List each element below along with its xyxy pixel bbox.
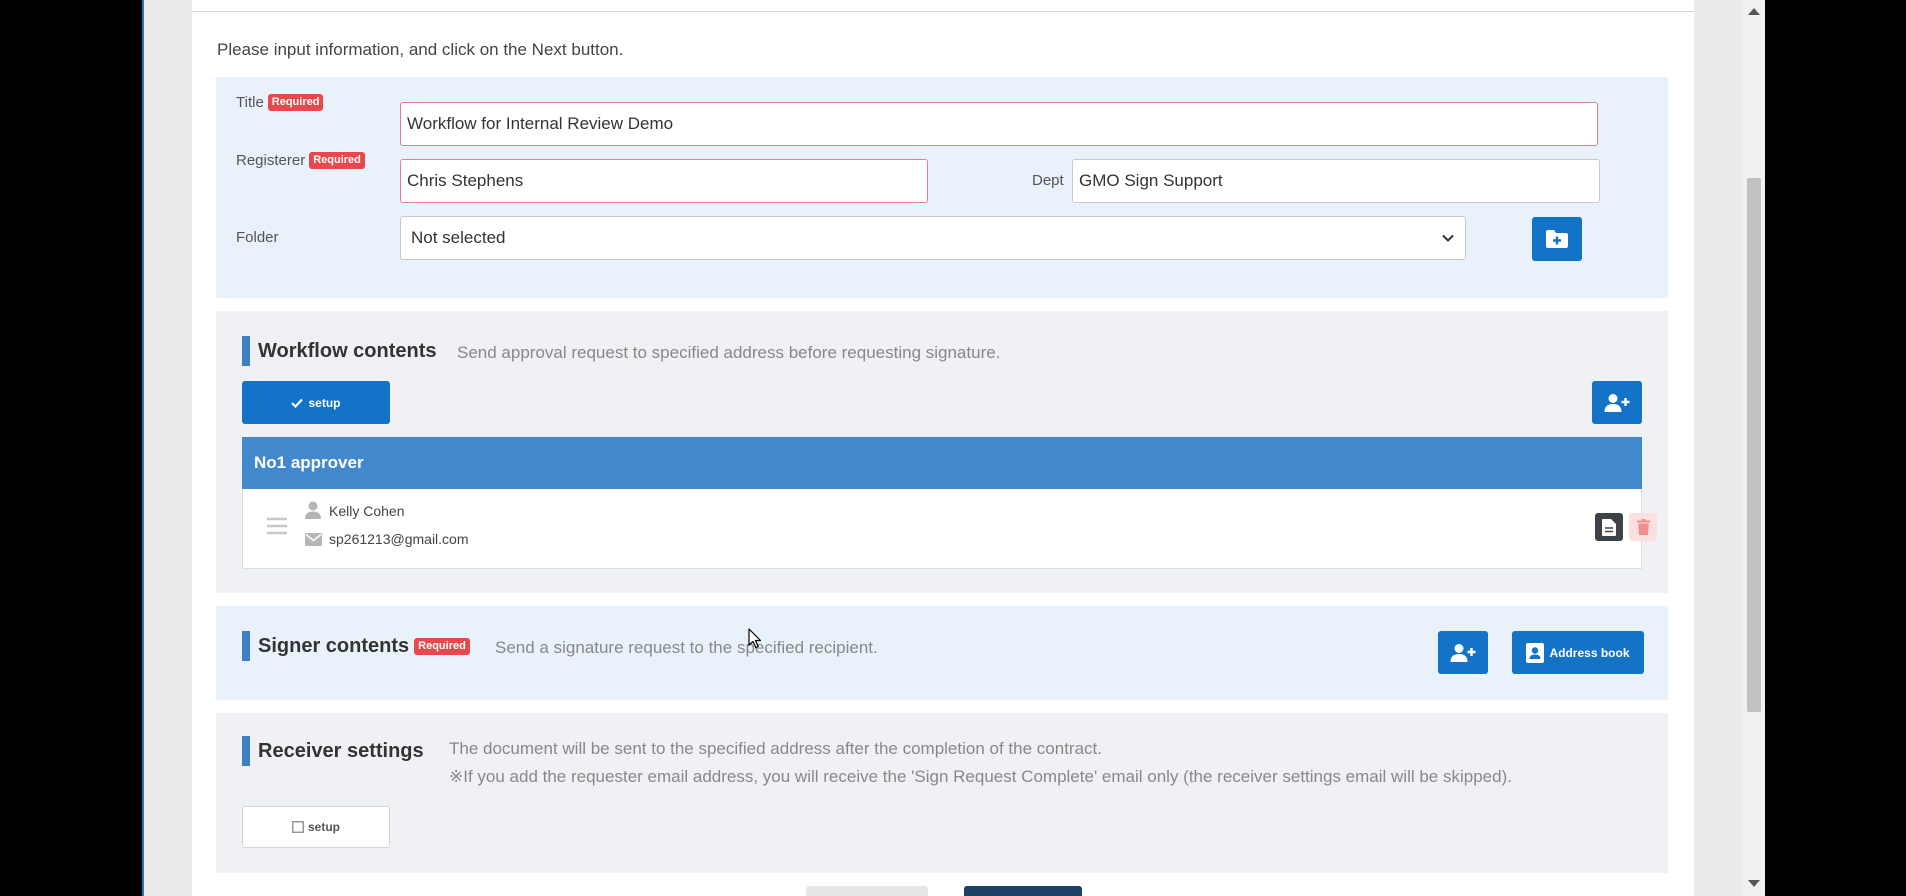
file-icon	[1602, 518, 1616, 536]
folder-select[interactable]: Not selected	[400, 216, 1466, 260]
checkbox-icon	[292, 821, 304, 833]
signer-panel: Signer contents Required Send a signatur…	[216, 606, 1668, 700]
browser-viewport: Please input information, and click on t…	[142, 0, 1765, 896]
delete-approver-button[interactable]	[1629, 513, 1657, 541]
workflow-panel: Workflow contents Send approval request …	[216, 311, 1668, 593]
section-accent-bar	[242, 336, 250, 366]
header-divider	[192, 11, 1694, 12]
signer-description: Send a signature request to the specifie…	[495, 638, 878, 657]
workflow-setup-button[interactable]: setup	[242, 381, 390, 424]
registerer-input[interactable]: Chris Stephens	[400, 159, 928, 203]
dept-input[interactable]: GMO Sign Support	[1072, 159, 1600, 203]
instruction-text: Please input information, and click on t…	[217, 40, 624, 59]
section-accent-bar	[242, 631, 250, 661]
required-badge: Required	[309, 152, 365, 169]
workflow-description: Send approval request to specified addre…	[457, 343, 1001, 362]
receiver-title-text: Receiver settings	[258, 739, 424, 762]
chevron-down-icon	[1442, 234, 1454, 242]
folder-plus-icon	[1546, 230, 1568, 248]
form-page: Please input information, and click on t…	[192, 0, 1694, 896]
user-plus-icon	[1604, 393, 1630, 412]
document-info-panel: Title Required Workflow for Internal Rev…	[216, 77, 1668, 298]
mouse-cursor-icon	[748, 628, 762, 649]
address-book-icon	[1526, 642, 1545, 663]
add-approver-button[interactable]	[1592, 381, 1642, 424]
receiver-setup-button[interactable]: setup	[242, 806, 390, 848]
signer-section-title: Signer contents Required	[242, 631, 470, 661]
user-icon	[305, 501, 321, 519]
workflow-setup-label: setup	[308, 395, 341, 410]
title-label: Title Required	[236, 94, 324, 111]
approver-header: No1 approver	[242, 437, 1642, 489]
receiver-setup-label: setup	[307, 820, 340, 834]
user-plus-icon	[1450, 643, 1476, 662]
registerer-label: Registerer Required	[236, 152, 365, 169]
next-button[interactable]	[964, 886, 1082, 896]
signer-title-text: Signer contents	[258, 634, 410, 657]
add-folder-button[interactable]	[1532, 217, 1582, 261]
receiver-panel: Receiver settings The document will be s…	[216, 713, 1668, 873]
scroll-up-arrow-icon[interactable]	[1748, 8, 1760, 15]
required-badge: Required	[414, 637, 470, 655]
approver-name: Kelly Cohen	[329, 503, 405, 519]
dept-label: Dept	[1032, 172, 1064, 189]
envelope-icon	[305, 533, 322, 546]
workflow-section-title: Workflow contents	[242, 336, 437, 366]
title-input[interactable]: Workflow for Internal Review Demo	[400, 102, 1598, 146]
required-badge: Required	[267, 94, 324, 111]
receiver-description-1: The document will be sent to the specifi…	[449, 739, 1102, 758]
approver-row: Kelly Cohen sp261213@gmail.com	[242, 489, 1657, 569]
document-button[interactable]	[1595, 513, 1623, 541]
drag-handle-icon[interactable]	[267, 517, 287, 535]
trash-icon	[1636, 519, 1650, 535]
check-icon	[291, 398, 304, 408]
folder-label: Folder	[236, 229, 279, 246]
vertical-scrollbar[interactable]	[1743, 0, 1765, 896]
add-signer-button[interactable]	[1438, 631, 1488, 674]
registerer-label-text: Registerer	[236, 152, 306, 169]
title-label-text: Title	[236, 94, 264, 111]
folder-select-value: Not selected	[411, 228, 506, 247]
back-button[interactable]	[806, 886, 928, 896]
workflow-title-text: Workflow contents	[258, 339, 437, 362]
section-accent-bar	[242, 736, 250, 766]
receiver-section-title: Receiver settings	[242, 736, 424, 766]
address-book-label: Address book	[1549, 645, 1630, 660]
approver-email: sp261213@gmail.com	[329, 531, 469, 547]
receiver-description-2: ※If you add the requester email address,…	[449, 767, 1512, 786]
address-book-button[interactable]: Address book	[1512, 631, 1644, 674]
scroll-down-arrow-icon[interactable]	[1748, 880, 1760, 887]
scroll-thumb[interactable]	[1747, 178, 1761, 712]
